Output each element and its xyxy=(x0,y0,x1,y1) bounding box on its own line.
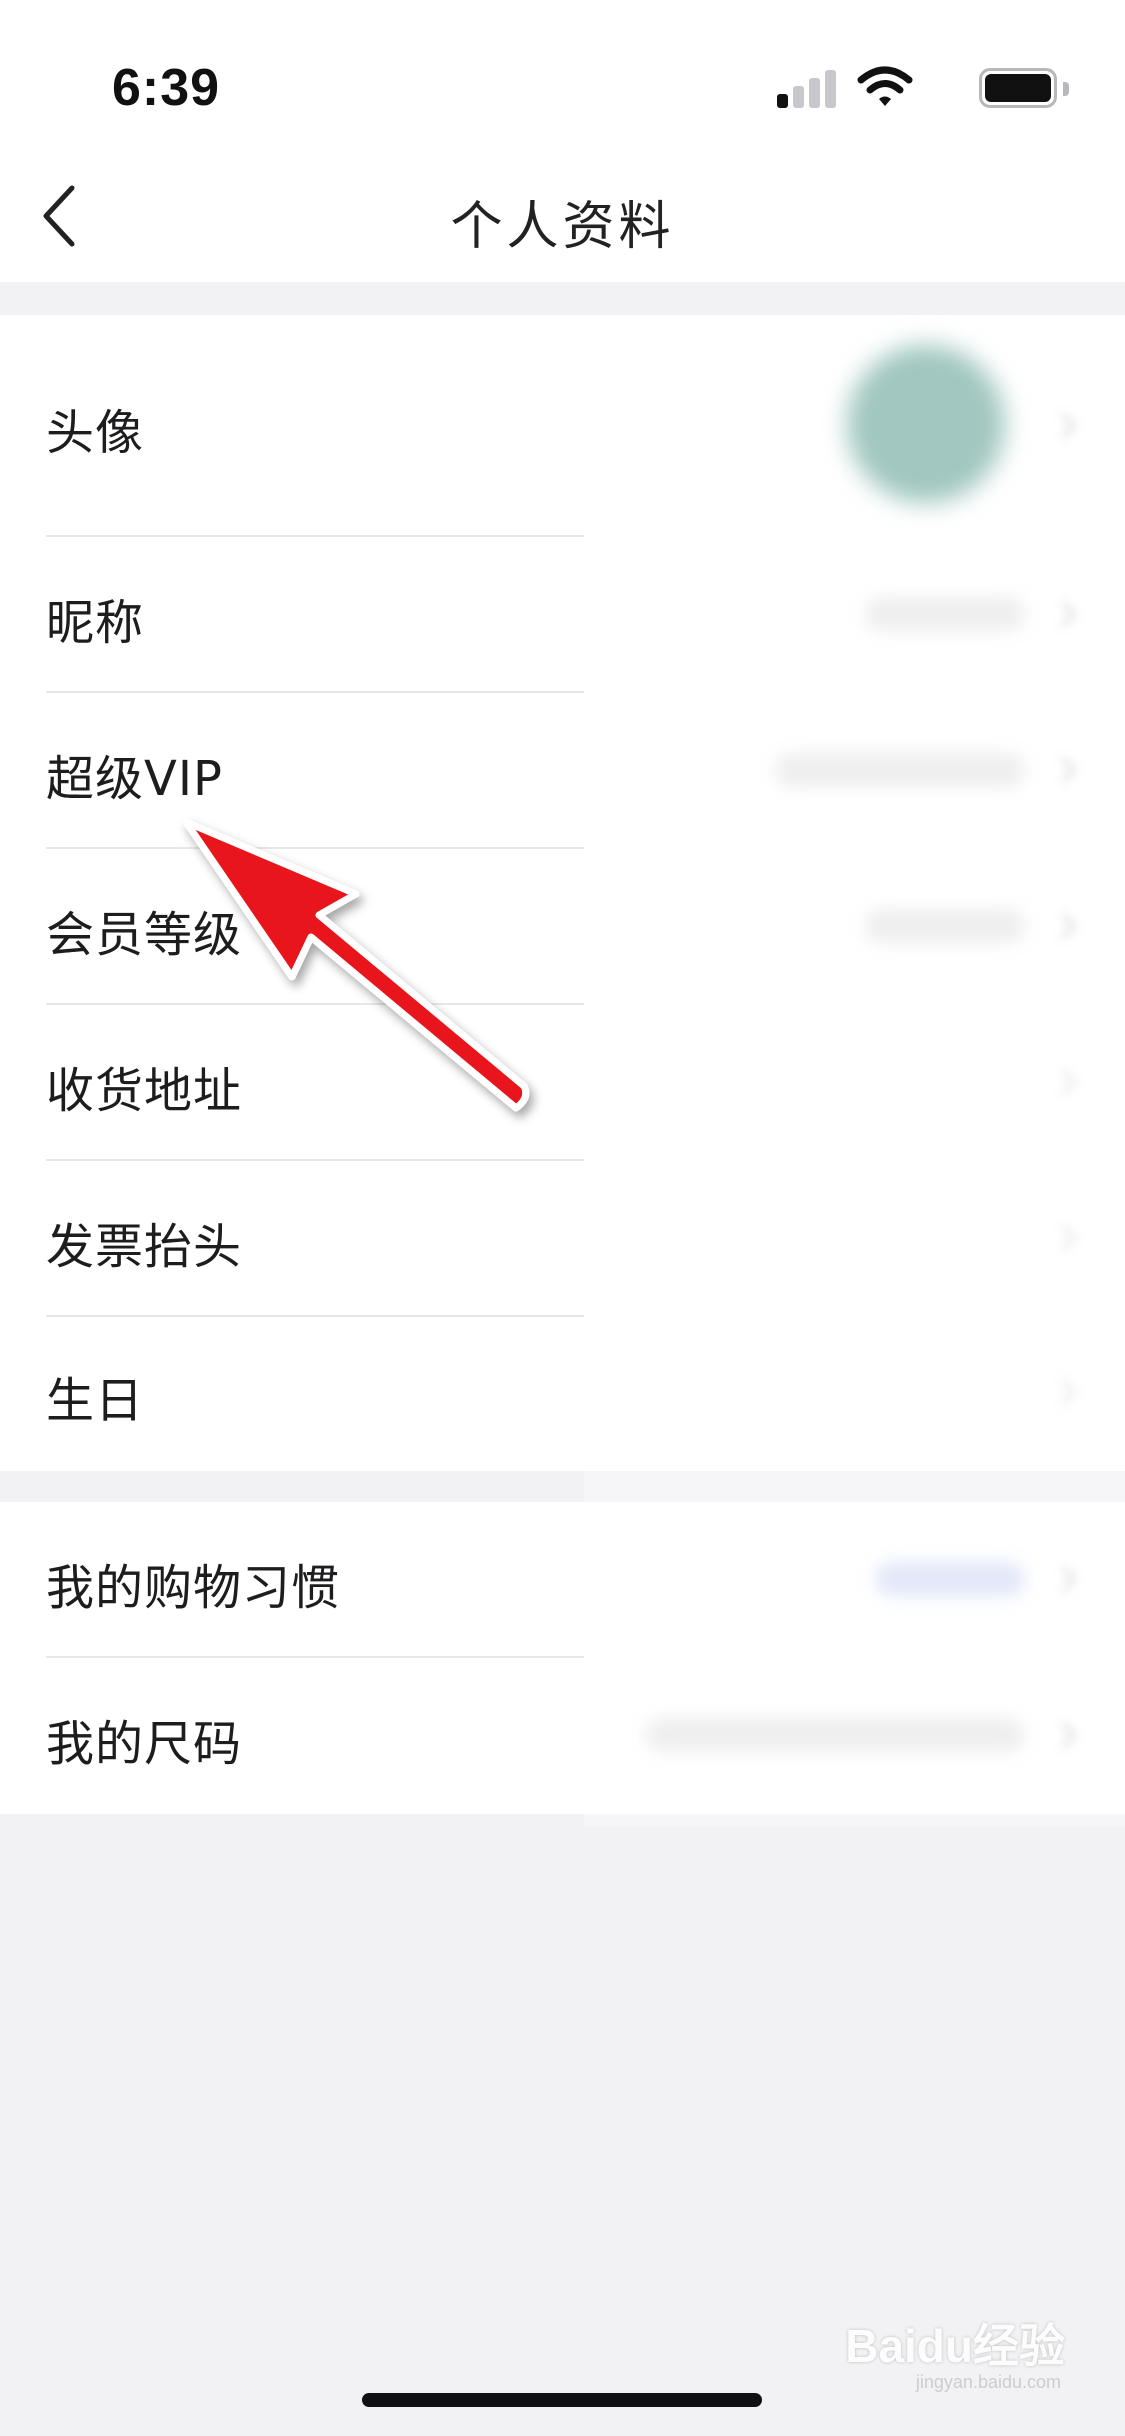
battery-icon xyxy=(979,68,1057,108)
watermark-url: jingyan.baidu.com xyxy=(915,2372,1061,2392)
list-item-label: 昵称 xyxy=(46,595,145,651)
list-item-label: 收货地址 xyxy=(46,1063,243,1119)
profile-list-group-preferences: 我的购物习惯 我的尺码 xyxy=(0,1502,1125,1814)
chevron-right-icon xyxy=(1060,1721,1077,1749)
list-item-super-vip[interactable]: 超级VIP xyxy=(0,693,1125,849)
profile-list-group-basic: 头像 昵称 超级VIP 会员等级 收货地址 发票抬头 生日 xyxy=(0,315,1125,1471)
chevron-right-icon xyxy=(1060,912,1077,940)
list-item-label: 超级VIP xyxy=(46,751,223,807)
list-item-label: 生日 xyxy=(46,1373,145,1429)
status-bar: 6:39 xyxy=(0,0,1125,150)
battery-cap xyxy=(1063,82,1069,96)
cellular-signal-icon xyxy=(777,70,837,108)
navigation-bar: 个人资料 xyxy=(0,150,1125,282)
super-vip-value-blurred xyxy=(775,753,1025,787)
list-item-birthday[interactable]: 生日 xyxy=(0,1317,1125,1471)
nickname-value-blurred xyxy=(865,597,1025,631)
list-item-label: 发票抬头 xyxy=(46,1219,243,1275)
shopping-habits-value-blurred xyxy=(875,1562,1025,1596)
status-icons xyxy=(769,66,1069,110)
avatar[interactable] xyxy=(847,345,1005,503)
chevron-right-icon xyxy=(1060,412,1077,440)
list-item-shopping-habits[interactable]: 我的购物习惯 xyxy=(0,1502,1125,1658)
list-item-label: 我的尺码 xyxy=(46,1716,243,1772)
home-indicator[interactable] xyxy=(362,2393,762,2407)
list-item-avatar[interactable]: 头像 xyxy=(0,315,1125,537)
list-item-invoice-title[interactable]: 发票抬头 xyxy=(0,1161,1125,1317)
chevron-right-icon xyxy=(1060,1565,1077,1593)
profile-page: 6:39 个人资料 头像 昵称 超级VIP 会员等级 收货地址 发票抬头 生日 … xyxy=(0,0,1125,2436)
chevron-right-icon xyxy=(1060,600,1077,628)
chevron-right-icon xyxy=(1060,1378,1077,1406)
list-item-my-size[interactable]: 我的尺码 xyxy=(0,1658,1125,1814)
list-item-label: 头像 xyxy=(46,405,145,461)
page-title: 个人资料 xyxy=(450,197,675,257)
chevron-right-icon xyxy=(1060,1224,1077,1252)
chevron-right-icon xyxy=(1060,1068,1077,1096)
watermark-logo: Baidu经验 xyxy=(845,2320,1065,2372)
chevron-right-icon xyxy=(1060,756,1077,784)
status-time: 6:39 xyxy=(112,59,221,117)
list-item-shipping-address[interactable]: 收货地址 xyxy=(0,1005,1125,1161)
my-size-value-blurred xyxy=(645,1718,1025,1752)
list-item-member-level[interactable]: 会员等级 xyxy=(0,849,1125,1005)
list-item-nickname[interactable]: 昵称 xyxy=(0,537,1125,693)
wifi-icon xyxy=(857,66,913,106)
list-item-label: 会员等级 xyxy=(46,907,243,963)
list-item-label: 我的购物习惯 xyxy=(46,1560,341,1616)
member-level-value-blurred xyxy=(865,909,1025,943)
